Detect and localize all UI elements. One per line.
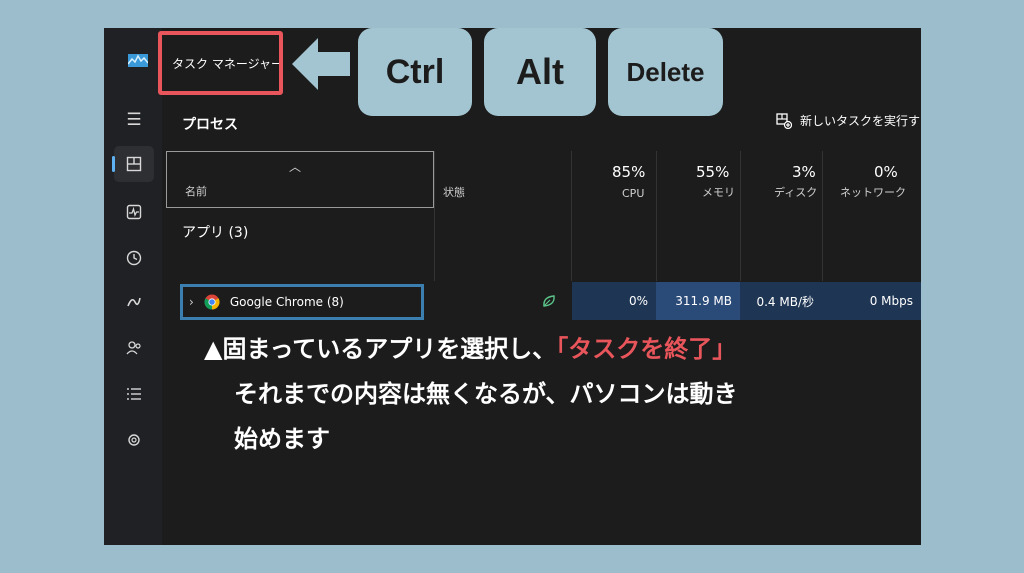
processes-icon[interactable] [112,146,154,182]
column-cpu-label[interactable]: CPU [622,187,644,200]
network-percent: 0% [874,163,898,181]
task-manager-window: ☰ タスク マネージャー Ctrl Alt Delete プロセス 新しいタスク… [104,28,921,545]
caption-highlight: 「タスクを終了」 [556,335,737,363]
memory-percent: 55% [696,163,730,181]
services-icon[interactable] [114,422,154,458]
chrome-icon [204,294,220,310]
table-header: ︿ 名前 状態 85% CPU 55% メモリ 3% ディスク 0% ネットワー… [166,151,921,208]
sidebar: ☰ [104,28,162,545]
new-task-label: 新しいタスクを実行す [800,114,921,128]
hamburger-icon[interactable]: ☰ [114,102,154,138]
startup-icon[interactable] [114,284,154,320]
ctrl-key-badge: Ctrl [358,28,472,116]
new-task-button[interactable]: 新しいタスクを実行す [776,112,920,129]
alt-key-badge: Alt [484,28,596,116]
column-name-header[interactable]: ︿ 名前 [166,151,434,208]
column-divider [571,151,572,281]
caption-text: ▲固まっているアプリを選択し、「タスクを終了」 それまでの内容は無くなるが、パソ… [204,327,738,462]
process-name-label: Google Chrome (8) [229,295,344,309]
caption-line-2: それまでの内容は無くなるが、パソコンは動き [234,380,738,408]
column-divider [656,151,657,281]
group-header-apps: アプリ (3) [182,225,249,241]
column-divider [740,151,741,281]
process-memory-cell: 311.9 MB [656,282,740,320]
column-network-label[interactable]: ネットワーク [840,184,906,200]
details-icon[interactable] [114,376,154,412]
process-disk-cell: 0.4 MB/秒 [740,282,822,320]
new-task-icon [776,112,792,129]
caption-line-1: ▲固まっているアプリを選択し、「タスクを終了」 [204,327,738,372]
caption-line-1-text: ▲固まっているアプリを選択し、 [204,335,557,363]
users-icon[interactable] [114,330,154,366]
process-name-cell[interactable]: › Google Chrome (8) [180,284,424,320]
app-history-icon[interactable] [114,240,154,276]
efficiency-leaf-icon [534,282,572,320]
column-disk-label[interactable]: ディスク [774,184,817,200]
process-network-cell: 0 Mbps [822,282,921,320]
column-status-label[interactable]: 状態 [443,184,465,200]
sort-ascending-icon: ︿ [289,160,302,174]
page-title: プロセス [182,117,238,133]
left-arrow-icon [292,38,350,90]
cpu-percent: 85% [612,163,646,181]
column-name-label: 名前 [185,185,207,198]
disk-percent: 3% [792,163,816,181]
title-highlight-box [158,31,283,95]
table-row[interactable]: › Google Chrome (8) 0% 311.9 MB 0.4 MB/秒… [166,282,921,320]
column-divider [434,151,435,281]
column-memory-label[interactable]: メモリ [702,184,735,200]
chevron-right-icon[interactable]: › [189,295,194,309]
column-divider [822,151,823,281]
caption-line-3: 始めます [234,425,330,453]
task-manager-logo-icon [128,54,148,67]
process-cpu-cell: 0% [572,282,656,320]
performance-icon[interactable] [114,194,154,230]
active-indicator [112,156,115,172]
delete-key-badge: Delete [608,28,723,116]
